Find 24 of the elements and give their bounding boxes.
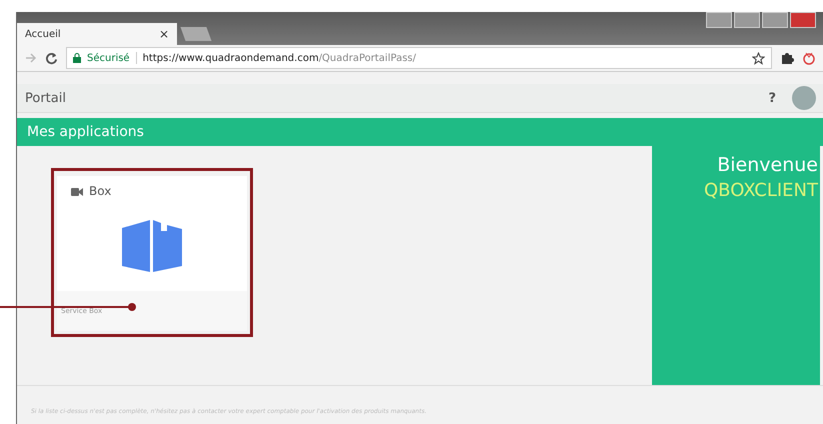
extension-icon[interactable] [802,51,816,65]
address-bar[interactable]: Sécurisé https://www.quadraondemand.com/QuadraPortailPass/ [66,47,772,69]
puzzle-icon[interactable] [780,51,794,65]
profile-button[interactable] [706,12,732,28]
star-icon[interactable] [752,52,765,64]
app-title: Box [89,184,112,198]
forward-arrow-icon[interactable] [25,52,37,64]
reload-icon[interactable] [45,52,58,64]
header-title: Mes applications [27,124,144,140]
browser-tab[interactable]: Accueil × [17,23,177,45]
welcome-greeting: Bienvenue [717,154,818,176]
camera-icon [71,186,83,196]
lock-icon [73,53,81,63]
user-name: QBOXCLIENT [704,180,818,201]
maximize-button[interactable] [762,12,788,28]
box-icon [122,220,182,272]
secure-label: Sécurisé [87,52,130,64]
help-button[interactable]: ? [768,90,776,106]
minimize-button[interactable] [734,12,760,28]
close-button[interactable] [790,12,816,28]
portal-title: Portail [25,90,67,106]
avatar[interactable] [792,86,816,110]
url-text: https://www.quadraondemand.com/QuadraPortailPass/ [142,52,417,64]
new-tab-button[interactable] [180,27,212,41]
